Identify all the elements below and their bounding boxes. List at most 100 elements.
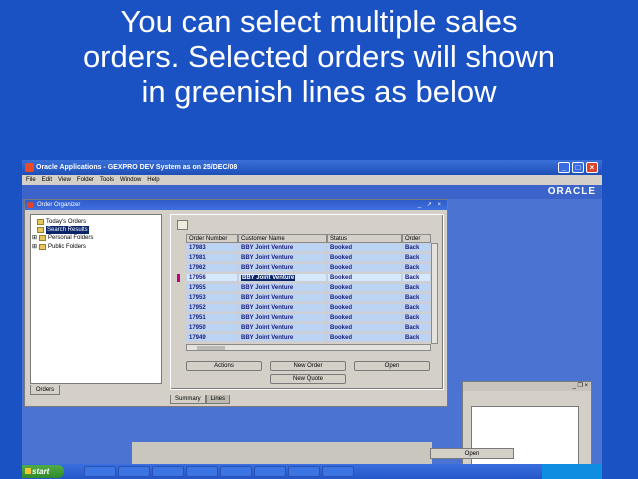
table-row-current[interactable]: 17956 BBY Joint Venture Booked Back xyxy=(177,273,431,283)
cell-status: Booked xyxy=(327,293,402,302)
taskbar-item[interactable] xyxy=(186,466,218,477)
expand-icon[interactable]: ⊞ xyxy=(32,234,37,242)
column-header-customer-name[interactable]: Customer Name xyxy=(238,234,327,243)
cell-order-type: Back xyxy=(402,333,431,342)
taskbar-item[interactable] xyxy=(152,466,184,477)
window-title: Oracle Applications - GEXPRO DEV System … xyxy=(36,164,238,171)
cell-customer-name: BBY Joint Venture xyxy=(238,313,327,322)
table-row[interactable]: 17952 BBY Joint Venture Booked Back xyxy=(186,303,431,313)
orders-grid: Order Number Customer Name Status Order … xyxy=(177,234,442,354)
cell-order-number: 17981 xyxy=(186,253,238,262)
folder-tool-icon[interactable] xyxy=(177,220,188,230)
taskbar-item[interactable] xyxy=(322,466,354,477)
start-button[interactable]: start xyxy=(22,465,64,478)
slide-title-line-2: orders. Selected orders will shown xyxy=(82,39,556,74)
cell-order-type: Back xyxy=(402,293,431,302)
tab-orders[interactable]: Orders xyxy=(30,385,60,395)
menu-window[interactable]: Window xyxy=(120,175,141,185)
table-row[interactable]: 17953 BBY Joint Venture Booked Back xyxy=(186,293,431,303)
cell-status: Booked xyxy=(327,313,402,322)
slide-title-line-3: in greenish lines as below xyxy=(141,74,497,109)
cell-order-type: Back xyxy=(402,263,431,272)
tab-summary[interactable]: Summary xyxy=(170,395,206,404)
cell-order-number: 17962 xyxy=(186,263,238,272)
column-header-status[interactable]: Status xyxy=(327,234,402,243)
tree-item-personal-folders[interactable]: ⊞ Personal Folders xyxy=(32,234,93,242)
cell-order-type: Back xyxy=(402,313,431,322)
cell-status: Booked xyxy=(327,263,402,272)
slide-title: You can select multiple sales orders. Se… xyxy=(0,4,638,109)
cell-status: Booked xyxy=(327,243,402,252)
cell-order-type: Back xyxy=(402,273,431,282)
column-header-order-type[interactable]: Order xyxy=(402,234,431,243)
table-row[interactable]: 17981 BBY Joint Venture Booked Back xyxy=(186,253,431,263)
new-order-button[interactable]: New Order xyxy=(270,361,346,371)
background-open-button[interactable]: Open xyxy=(430,448,514,459)
background-window-title: _ ❐ × xyxy=(463,382,591,391)
expand-icon[interactable]: ⊞ xyxy=(32,243,37,251)
tree-item-todays-orders[interactable]: Today's Orders xyxy=(37,218,86,226)
close-icon[interactable]: × xyxy=(586,162,598,173)
table-row[interactable]: 17983 BBY Joint Venture Booked Back xyxy=(186,243,431,253)
cell-customer-name: BBY Joint Venture xyxy=(238,273,327,282)
taskbar-item[interactable] xyxy=(84,466,116,477)
cell-order-number: 17949 xyxy=(186,333,238,342)
toolbar-row: ? ORACLE xyxy=(22,185,602,222)
tree-item-search-results[interactable]: Search Results xyxy=(37,226,89,234)
menu-edit[interactable]: Edit xyxy=(42,175,52,185)
minimize-icon[interactable]: _ xyxy=(558,162,570,173)
folder-icon xyxy=(37,227,44,233)
tree-item-label: Public Folders xyxy=(48,244,87,250)
taskbar-item[interactable] xyxy=(118,466,150,477)
table-row[interactable]: 17949 BBY Joint Venture Booked Back xyxy=(186,333,431,343)
organizer-window-controls[interactable]: _ ↗ × xyxy=(418,200,443,210)
organizer-window-icon xyxy=(27,202,34,208)
cell-customer-name: BBY Joint Venture xyxy=(238,333,327,342)
menu-folder[interactable]: Folder xyxy=(77,175,94,185)
windows-taskbar: start xyxy=(22,464,602,479)
menu-file[interactable]: File xyxy=(26,175,36,185)
cell-order-type: Back xyxy=(402,303,431,312)
horizontal-scrollbar[interactable] xyxy=(186,344,431,351)
taskbar-item[interactable] xyxy=(254,466,286,477)
organizer-tabs: Summary Lines xyxy=(170,395,231,404)
cell-order-type: Back xyxy=(402,283,431,292)
table-row[interactable]: 17955 BBY Joint Venture Booked Back xyxy=(186,283,431,293)
window-titlebar: Oracle Applications - GEXPRO DEV System … xyxy=(22,160,602,175)
table-row[interactable]: 17962 BBY Joint Venture Booked Back xyxy=(186,263,431,273)
window-controls: _ □ × xyxy=(558,162,598,173)
current-record-indicator xyxy=(177,274,180,282)
taskbar-item[interactable] xyxy=(288,466,320,477)
new-quote-button[interactable]: New Quote xyxy=(270,374,346,384)
tree-item-label: Personal Folders xyxy=(48,235,94,241)
cell-order-type: Back xyxy=(402,323,431,332)
open-button[interactable]: Open xyxy=(354,361,430,371)
folder-icon xyxy=(39,235,47,241)
menu-help[interactable]: Help xyxy=(147,175,159,185)
slide-title-line-1: You can select multiple sales xyxy=(120,4,518,39)
taskbar-item[interactable] xyxy=(220,466,252,477)
tree-item-label: Today's Orders xyxy=(46,219,87,225)
cell-order-number: 17950 xyxy=(186,323,238,332)
cell-status: Booked xyxy=(327,333,402,342)
tab-lines[interactable]: Lines xyxy=(205,395,231,404)
maximize-icon[interactable]: □ xyxy=(572,162,584,173)
actions-button[interactable]: Actions xyxy=(186,361,262,371)
folder-icon xyxy=(39,244,47,250)
cell-status: Booked xyxy=(327,283,402,292)
tree-item-public-folders[interactable]: ⊞ Public Folders xyxy=(32,243,86,251)
cell-order-type: Back xyxy=(402,253,431,262)
table-row[interactable]: 17950 BBY Joint Venture Booked Back xyxy=(186,323,431,333)
column-header-order-number[interactable]: Order Number xyxy=(186,234,238,243)
horizontal-scroll-thumb[interactable] xyxy=(197,346,225,350)
menu-tools[interactable]: Tools xyxy=(100,175,114,185)
menu-view[interactable]: View xyxy=(58,175,71,185)
cell-order-number: 17956 xyxy=(186,273,238,282)
cell-customer-name: BBY Joint Venture xyxy=(238,303,327,312)
taskbar-tasks xyxy=(84,466,354,477)
menu-bar: File Edit View Folder Tools Window Help xyxy=(22,175,602,185)
table-row[interactable]: 17951 BBY Joint Venture Booked Back xyxy=(186,313,431,323)
vertical-scrollbar[interactable] xyxy=(431,243,438,344)
oracle-screenshot: Oracle Applications - GEXPRO DEV System … xyxy=(22,160,602,479)
background-window: _ ❐ × xyxy=(462,381,592,479)
